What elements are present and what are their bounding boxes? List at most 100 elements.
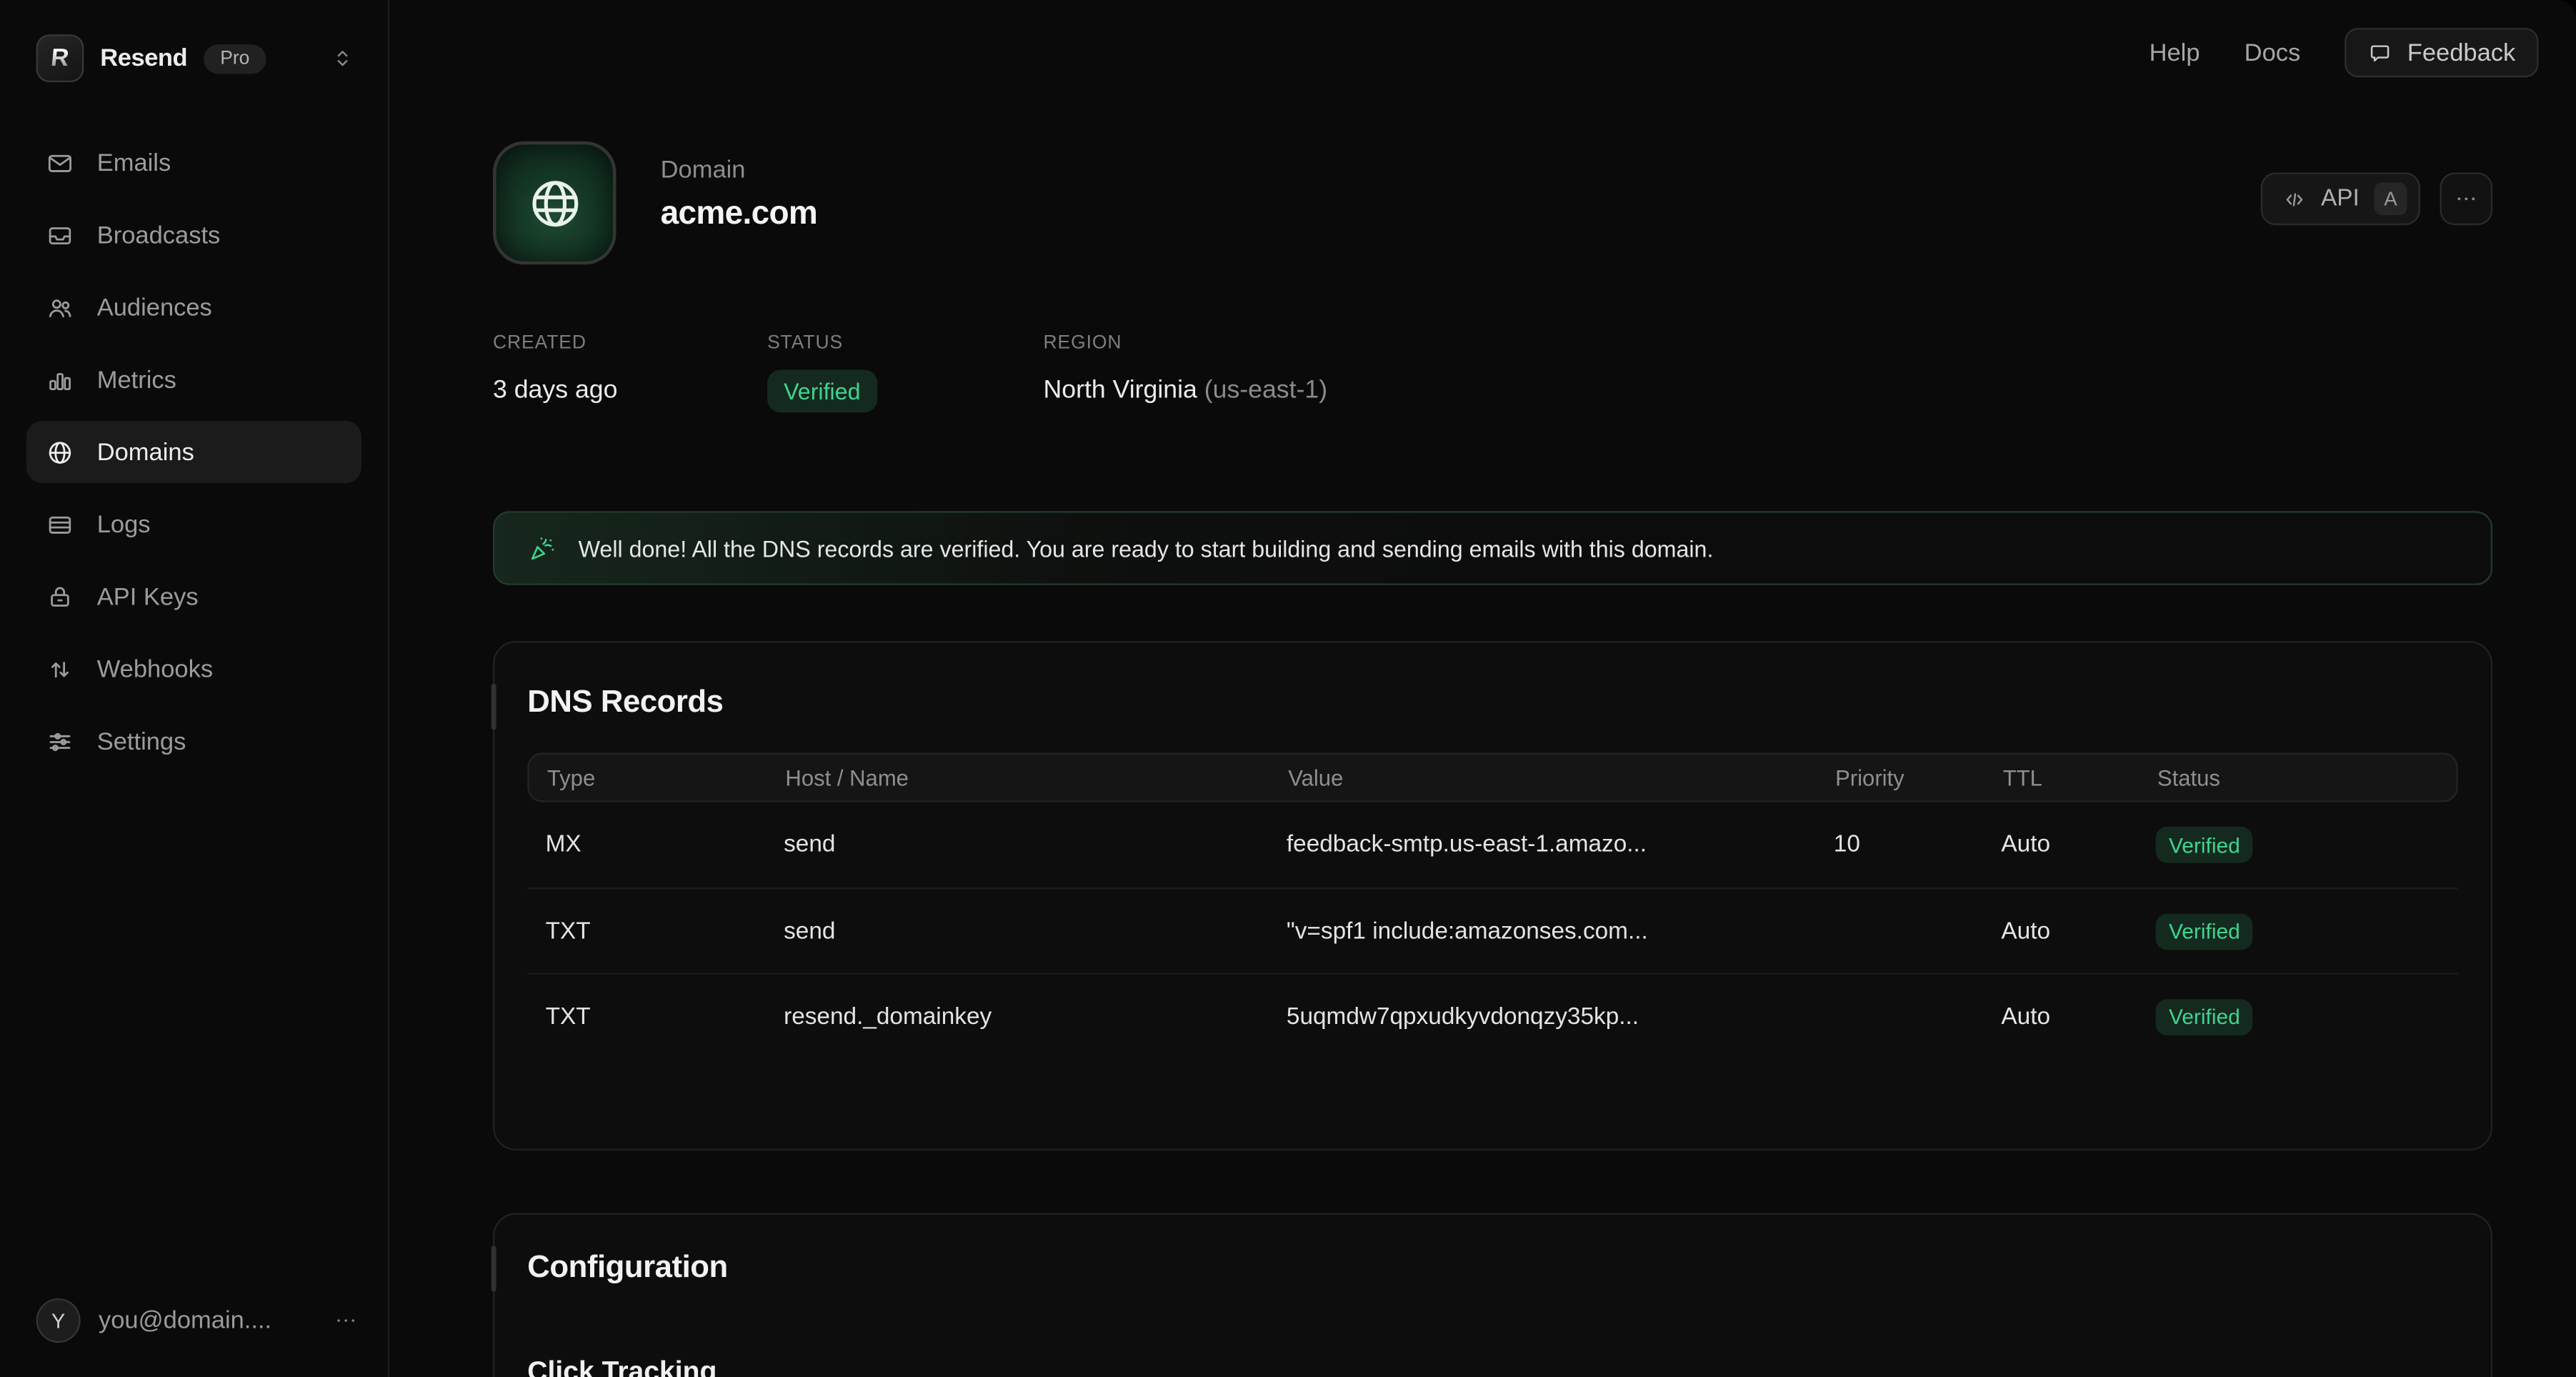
dots-menu-icon: [2453, 186, 2480, 212]
configuration-title: Configuration: [527, 1251, 2491, 1287]
cell-type: MX: [546, 832, 784, 858]
globe-icon: [525, 174, 584, 233]
created-label: CREATED: [493, 334, 767, 354]
rows-icon: [46, 510, 74, 538]
created-value: 3 days ago: [493, 377, 767, 406]
domain-meta: CREATED 3 days ago STATUS Verified REGIO…: [493, 334, 1327, 412]
meta-region: REGION North Virginia (us-east-1): [1044, 334, 1328, 412]
chevron-up-down-icon[interactable]: [330, 46, 355, 71]
cell-status: Verified: [2156, 913, 2458, 950]
page-title: acme.com: [661, 196, 818, 234]
cell-value: feedback-smtp.us-east-1.amazo...: [1287, 832, 1834, 858]
dns-records-title: DNS Records: [527, 685, 2491, 722]
dns-table-header: Type Host / Name Value Priority TTL Stat…: [527, 752, 2458, 802]
globe-icon: [46, 438, 74, 466]
sidebar-item-label: API Keys: [97, 582, 199, 610]
status-badge: Verified: [767, 370, 877, 413]
sidebar: R Resend Pro Emails Broadcasts Audiences: [0, 0, 389, 1377]
column-header-host: Host / Name: [785, 765, 1288, 790]
banner-message: Well done! All the DNS records are verif…: [579, 535, 1714, 562]
sidebar-item-label: Broadcasts: [97, 221, 221, 249]
page-eyebrow: Domain: [661, 156, 818, 184]
sidebar-item-webhooks[interactable]: Webhooks: [26, 637, 361, 700]
region-label: REGION: [1044, 334, 1328, 354]
dots-menu-icon[interactable]: [334, 1308, 359, 1333]
main-area: Help Docs Feedback Domain acme.com: [389, 0, 2576, 1377]
sidebar-item-broadcasts[interactable]: Broadcasts: [26, 204, 361, 266]
cell-status: Verified: [2156, 827, 2458, 863]
lock-icon: [46, 582, 74, 610]
cell-type: TXT: [546, 918, 784, 945]
cell-ttl: Auto: [2001, 832, 2155, 858]
column-header-priority: Priority: [1835, 765, 2003, 790]
cell-host: send: [784, 918, 1287, 945]
sidebar-item-label: Metrics: [97, 366, 176, 394]
inbox-icon: [46, 221, 74, 249]
status-badge: Verified: [2156, 998, 2254, 1035]
cell-value: 5uqmdw7qpxudkyvdonqzy35kp...: [1287, 1003, 1834, 1030]
header-actions: API A: [2260, 173, 2492, 226]
arrows-up-down-icon: [46, 655, 74, 683]
dns-records-card: DNS Records Type Host / Name Value Prior…: [493, 641, 2492, 1150]
domain-titles: Domain acme.com: [661, 141, 818, 264]
column-header-value: Value: [1288, 765, 1835, 790]
status-label: STATUS: [767, 334, 1043, 354]
cell-status: Verified: [2156, 998, 2458, 1035]
plan-badge: Pro: [204, 44, 266, 73]
sidebar-item-label: Emails: [97, 149, 171, 177]
domain-header: Domain acme.com: [493, 141, 817, 264]
workspace-switcher[interactable]: R Resend Pro: [0, 0, 388, 82]
click-tracking-label: Click Tracking: [527, 1356, 2491, 1377]
keyboard-shortcut-badge: A: [2375, 182, 2407, 215]
cell-ttl: Auto: [2001, 918, 2155, 945]
table-row: MX send feedback-smtp.us-east-1.amazo...…: [527, 802, 2458, 888]
more-options-button[interactable]: [2440, 173, 2493, 226]
app-window: R Resend Pro Emails Broadcasts Audiences: [0, 0, 2576, 1377]
user-menu[interactable]: Y you@domain....: [0, 1298, 388, 1377]
cell-host: send: [784, 832, 1287, 858]
sidebar-item-label: Logs: [97, 510, 151, 538]
envelope-icon: [46, 149, 74, 177]
cell-host: resend._domainkey: [784, 1003, 1287, 1030]
dns-table-body: MX send feedback-smtp.us-east-1.amazo...…: [527, 802, 2458, 1058]
sidebar-item-label: Domains: [97, 438, 194, 466]
sidebar-item-settings[interactable]: Settings: [26, 710, 361, 772]
sidebar-item-label: Webhooks: [97, 655, 213, 683]
users-icon: [46, 294, 74, 322]
region-value: North Virginia (us-east-1): [1044, 377, 1328, 406]
workspace-name: Resend: [100, 44, 187, 72]
sliders-icon: [46, 727, 74, 755]
sidebar-item-domains[interactable]: Domains: [26, 421, 361, 483]
column-header-status: Status: [2157, 765, 2457, 790]
domain-globe-tile: [493, 141, 616, 264]
party-popper-icon: [527, 533, 556, 562]
sidebar-item-metrics[interactable]: Metrics: [26, 349, 361, 411]
sidebar-nav: Emails Broadcasts Audiences Metrics Doma…: [0, 131, 388, 782]
avatar: Y: [36, 1298, 81, 1343]
cell-priority: 10: [1834, 832, 2002, 858]
api-button[interactable]: API A: [2260, 173, 2420, 226]
meta-created: CREATED 3 days ago: [493, 334, 767, 412]
sidebar-item-api-keys[interactable]: API Keys: [26, 565, 361, 627]
resend-logo: R: [36, 34, 84, 82]
status-badge: Verified: [2156, 827, 2254, 863]
sidebar-item-emails[interactable]: Emails: [26, 131, 361, 194]
page-content: Domain acme.com API A CREATED 3 days: [493, 0, 2492, 1377]
code-icon: [2282, 187, 2307, 212]
table-row: TXT resend._domainkey 5uqmdw7qpxudkyvdon…: [527, 973, 2458, 1059]
cell-type: TXT: [546, 1003, 784, 1030]
section-indicator-tick: [491, 1246, 496, 1291]
column-header-type: Type: [547, 765, 786, 790]
cell-value: "v=spf1 include:amazonses.com...: [1287, 918, 1834, 945]
meta-status: STATUS Verified: [767, 334, 1043, 412]
region-code: (us-east-1): [1204, 377, 1327, 404]
sidebar-item-label: Audiences: [97, 294, 212, 322]
success-banner: Well done! All the DNS records are verif…: [493, 511, 2492, 585]
user-email: you@domain....: [99, 1307, 271, 1335]
column-header-ttl: TTL: [2003, 765, 2157, 790]
sidebar-item-logs[interactable]: Logs: [26, 493, 361, 555]
sidebar-item-label: Settings: [97, 727, 186, 755]
sidebar-item-audiences[interactable]: Audiences: [26, 276, 361, 338]
cell-ttl: Auto: [2001, 1003, 2155, 1030]
bar-chart-icon: [46, 366, 74, 394]
